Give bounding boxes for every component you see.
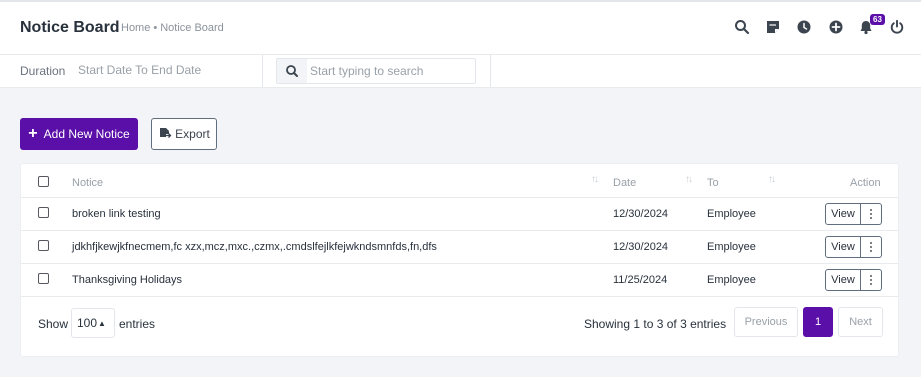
filter-divider: [490, 55, 491, 87]
notice-date: 12/30/2024: [613, 241, 669, 253]
header-icons: [0, 19, 921, 39]
notice-recipient: Employee: [707, 241, 756, 253]
notice-recipient: Employee: [707, 274, 756, 286]
duration-label: Duration: [20, 64, 66, 78]
search-icon[interactable]: [734, 19, 750, 35]
view-button[interactable]: View: [825, 269, 861, 291]
column-header-to[interactable]: To: [707, 177, 719, 189]
column-header-action: Action: [850, 177, 881, 189]
search-input[interactable]: [310, 62, 470, 80]
notice-recipient: Employee: [707, 208, 756, 220]
column-header-date[interactable]: Date: [613, 177, 636, 189]
table-row: jdkhfjkewjkfnecmem,fc xzx,mcz,mxc.,czmx,…: [21, 231, 898, 264]
select-arrows-icon: ▲︎: [98, 318, 106, 328]
plus-icon: +: [28, 125, 38, 142]
search-box: [276, 58, 476, 84]
table-header-row: Notice ↑↓ Date ↑↓ To ↑↓ Action: [21, 164, 898, 198]
notice-title[interactable]: jdkhfjkewjkfnecmem,fc xzx,mcz,mxc.,czmx,…: [72, 241, 437, 253]
duration-date-range-input[interactable]: Start Date To End Date: [78, 63, 201, 77]
more-options-button[interactable]: [861, 203, 882, 225]
row-checkbox[interactable]: [38, 207, 49, 218]
page-1-button[interactable]: 1: [803, 307, 833, 337]
top-header: Notice Board Home • Notice Board 63: [0, 0, 921, 55]
filter-divider: [262, 55, 263, 87]
table-row: broken link testing 12/30/2024 Employee …: [21, 198, 898, 231]
entries-per-page-value: 100: [77, 316, 98, 330]
notice-date: 11/25/2024: [613, 274, 668, 286]
row-checkbox[interactable]: [38, 273, 49, 284]
sort-icon[interactable]: ↑↓: [685, 174, 693, 185]
next-page-button[interactable]: Next: [838, 307, 883, 337]
view-button[interactable]: View: [825, 203, 861, 225]
export-icon: [160, 128, 172, 138]
filter-bar: Duration Start Date To End Date: [0, 55, 921, 88]
select-all-checkbox[interactable]: [38, 176, 49, 187]
search-icon: [277, 59, 307, 83]
add-new-notice-button[interactable]: + Add New Notice: [20, 118, 138, 150]
pagination-info: Showing 1 to 3 of 3 entries: [584, 317, 727, 331]
previous-page-button[interactable]: Previous: [734, 307, 798, 337]
export-label: Export: [175, 127, 210, 141]
more-options-button[interactable]: [861, 236, 882, 258]
export-button[interactable]: Export: [151, 118, 217, 150]
power-icon[interactable]: [889, 19, 905, 35]
add-new-notice-label: Add New Notice: [43, 127, 130, 141]
entries-label: entries: [119, 317, 156, 331]
table-row: Thanksgiving Holidays 11/25/2024 Employe…: [21, 264, 898, 297]
sort-icon[interactable]: ↑↓: [768, 174, 776, 185]
notice-date: 12/30/2024: [613, 208, 669, 220]
sticky-note-icon[interactable]: [765, 19, 781, 35]
show-label: Show: [38, 317, 69, 331]
entries-per-page-select[interactable]: 100 ▲︎: [71, 308, 115, 338]
clock-icon[interactable]: [796, 19, 812, 35]
sort-icon[interactable]: ↑↓: [591, 174, 599, 185]
more-options-button[interactable]: [861, 269, 882, 291]
row-checkbox[interactable]: [38, 240, 49, 251]
notification-count-badge: 63: [870, 14, 885, 25]
column-header-notice[interactable]: Notice: [72, 177, 103, 189]
notice-title[interactable]: Thanksgiving Holidays: [72, 274, 182, 286]
view-button[interactable]: View: [825, 236, 861, 258]
plus-circle-icon[interactable]: [828, 19, 844, 35]
notice-title[interactable]: broken link testing: [72, 208, 161, 220]
notice-table-card: Notice ↑↓ Date ↑↓ To ↑↓ Action broken li…: [20, 163, 899, 357]
